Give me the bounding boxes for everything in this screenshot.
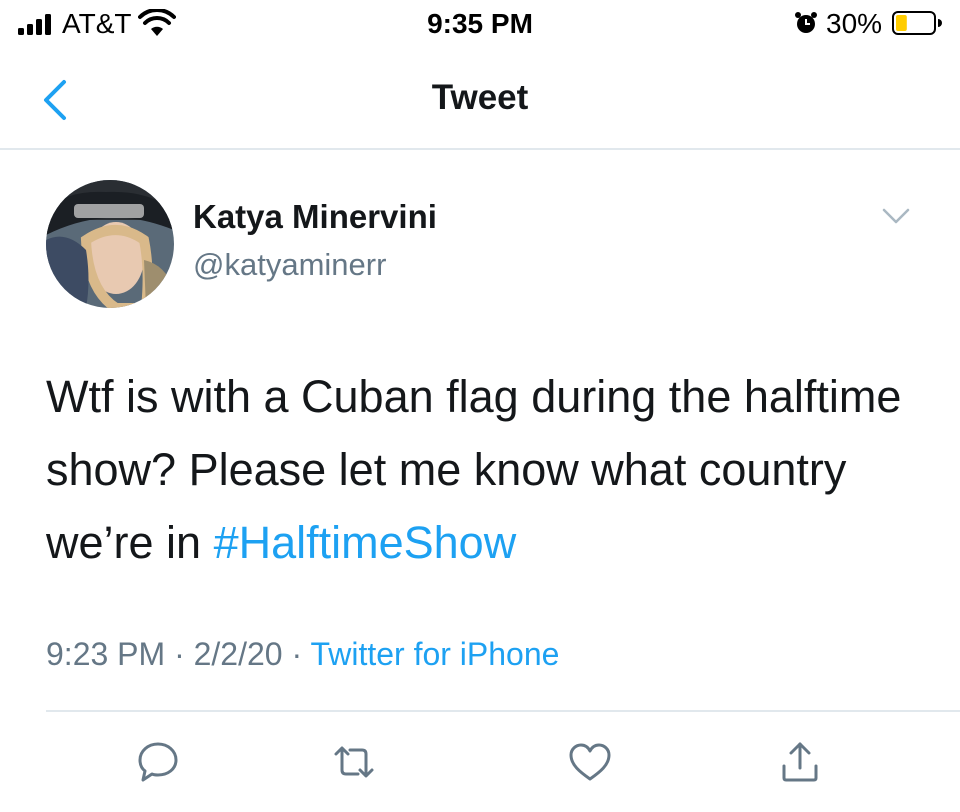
alarm-icon bbox=[795, 12, 817, 33]
tweet-text: Wtf is with a Cuban flag during the half… bbox=[46, 360, 926, 579]
share-button[interactable] bbox=[776, 738, 824, 786]
divider bbox=[46, 710, 960, 712]
reply-button[interactable] bbox=[134, 738, 182, 786]
tweet-date: 2/2/20 bbox=[193, 636, 283, 672]
retweet-icon bbox=[334, 746, 374, 778]
battery-icon bbox=[892, 11, 942, 35]
tweet-source-link[interactable]: Twitter for iPhone bbox=[310, 636, 559, 672]
heart-icon bbox=[569, 743, 611, 781]
hashtag-link[interactable]: #HalftimeShow bbox=[214, 517, 517, 568]
retweet-button[interactable] bbox=[330, 738, 378, 786]
meta-separator: · bbox=[174, 636, 185, 672]
author-name[interactable]: Katya Minervini bbox=[193, 198, 437, 236]
tweet-time: 9:23 PM bbox=[46, 636, 166, 672]
battery-percent: 30% bbox=[826, 8, 883, 39]
avatar[interactable] bbox=[46, 180, 174, 308]
share-icon bbox=[782, 742, 818, 782]
meta-separator: · bbox=[291, 636, 303, 672]
status-bar: AT&T 9:35 PM 30% bbox=[0, 0, 960, 50]
tweet-meta: 9:23 PM · 2/2/20 · Twitter for iPhone bbox=[46, 636, 559, 673]
author-handle[interactable]: @katyaminerr bbox=[193, 247, 386, 283]
like-button[interactable] bbox=[566, 738, 614, 786]
nav-bar: Tweet bbox=[0, 50, 960, 150]
page-title: Tweet bbox=[431, 78, 529, 117]
chevron-down-icon[interactable] bbox=[876, 200, 916, 230]
reply-icon bbox=[138, 742, 178, 782]
